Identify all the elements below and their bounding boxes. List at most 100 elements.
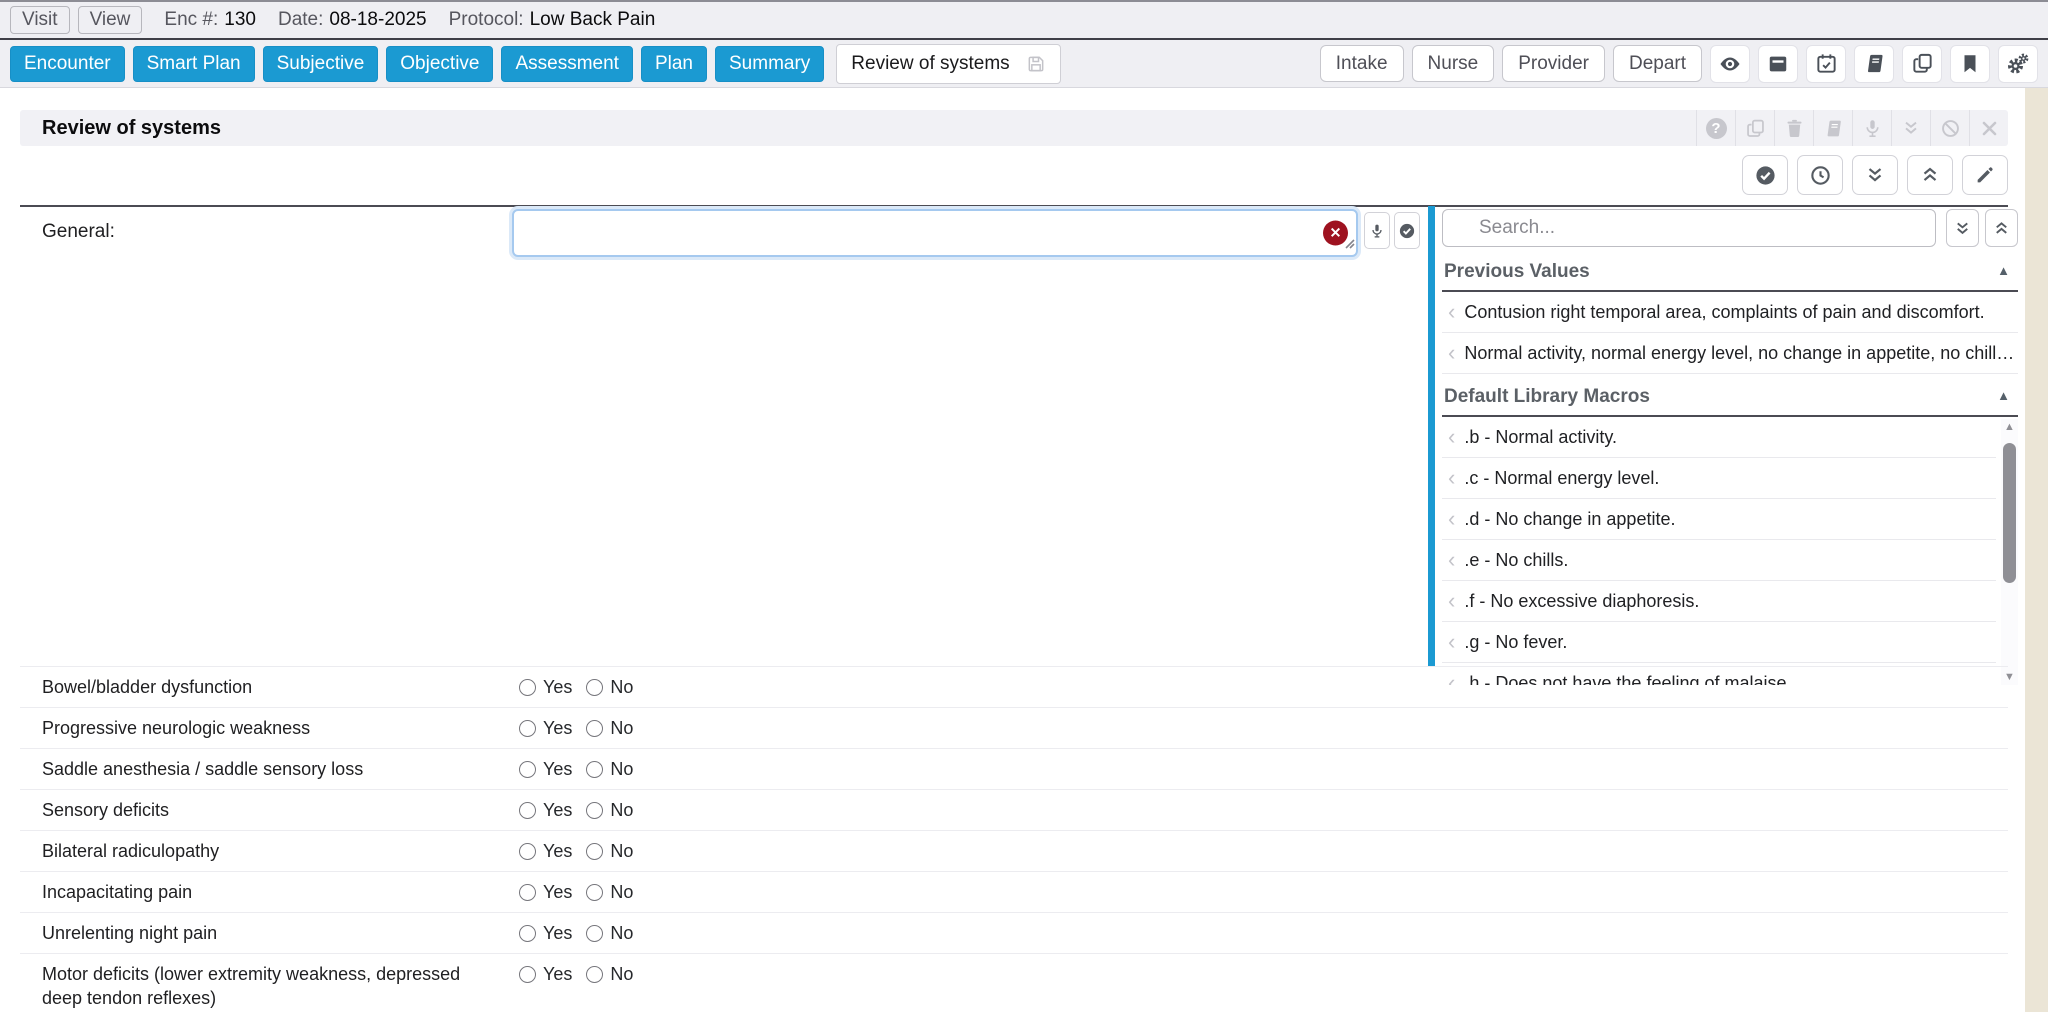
double-chevron-down-icon[interactable] <box>1891 110 1930 146</box>
bookmark-icon[interactable] <box>1950 45 1990 83</box>
no-radio[interactable]: No <box>586 800 633 821</box>
yes-radio[interactable]: Yes <box>519 759 572 780</box>
intake-button[interactable]: Intake <box>1320 45 1404 82</box>
radio-circle[interactable] <box>586 843 603 860</box>
radio-circle[interactable] <box>519 802 536 819</box>
radio-circle[interactable] <box>519 679 536 696</box>
yes-radio[interactable]: Yes <box>519 882 572 903</box>
nav-objective-button[interactable]: Objective <box>386 46 493 82</box>
no-radio[interactable]: No <box>586 759 633 780</box>
provider-button[interactable]: Provider <box>1502 45 1605 82</box>
default-library-macros-title: Default Library Macros <box>1444 386 1650 407</box>
search-input[interactable] <box>1442 209 1936 247</box>
macro-item[interactable]: ‹ .b - Normal activity. <box>1442 417 1996 458</box>
no-radio[interactable]: No <box>586 677 633 698</box>
yes-radio[interactable]: Yes <box>519 964 572 985</box>
yes-radio[interactable]: Yes <box>519 718 572 739</box>
question-label: Bilateral radiculopathy <box>42 839 499 863</box>
scrollbar-thumb[interactable] <box>2003 443 2016 583</box>
question-label: Saddle anesthesia / saddle sensory loss <box>42 757 499 781</box>
radio-circle[interactable] <box>519 925 536 942</box>
question-row: Incapacitating pain Yes No <box>20 871 2008 912</box>
view-button[interactable]: View <box>78 6 143 34</box>
protocol-label: Protocol: <box>449 9 524 31</box>
check-circle-icon[interactable] <box>1742 155 1788 195</box>
nav-plan-button[interactable]: Plan <box>641 46 707 82</box>
help-icon[interactable]: ? <box>1696 110 1735 146</box>
macro-item[interactable]: ‹ .f - No excessive diaphoresis. <box>1442 581 1996 622</box>
macro-item[interactable]: ‹ .g - No fever. <box>1442 622 1996 663</box>
panel-header-icons: ? <box>1696 110 2008 146</box>
radio-circle[interactable] <box>519 761 536 778</box>
radio-circle[interactable] <box>519 884 536 901</box>
no-radio[interactable]: No <box>586 882 633 903</box>
copy-icon[interactable] <box>1902 45 1942 83</box>
visit-button[interactable]: Visit <box>10 6 70 34</box>
insert-chevron-icon: ‹ <box>1448 631 1455 653</box>
collapse-triangle-icon[interactable]: ▲ <box>1997 263 2010 278</box>
previous-value-item[interactable]: ‹ Normal activity, normal energy level, … <box>1442 333 2018 374</box>
macro-item[interactable]: ‹ .e - No chills. <box>1442 540 1996 581</box>
close-icon[interactable] <box>1969 110 2008 146</box>
radio-circle[interactable] <box>586 679 603 696</box>
tab-label: Review of systems <box>851 53 1009 75</box>
double-chevron-down-icon[interactable] <box>1852 155 1898 195</box>
radio-circle[interactable] <box>586 761 603 778</box>
yes-radio[interactable]: Yes <box>519 800 572 821</box>
macro-item[interactable]: ‹ .c - Normal energy level. <box>1442 458 1996 499</box>
previous-value-item[interactable]: ‹ Contusion right temporal area, complai… <box>1442 292 2018 333</box>
yes-radio[interactable]: Yes <box>519 841 572 862</box>
resize-grip-icon[interactable] <box>1343 236 1355 254</box>
collapse-triangle-icon[interactable]: ▲ <box>1997 388 2010 403</box>
radio-circle[interactable] <box>519 720 536 737</box>
trash-icon[interactable] <box>1774 110 1813 146</box>
nav-smart-plan-button[interactable]: Smart Plan <box>133 46 255 82</box>
nurse-button[interactable]: Nurse <box>1412 45 1495 82</box>
protocol-value: Low Back Pain <box>530 9 656 31</box>
nav-summary-button[interactable]: Summary <box>715 46 824 82</box>
nav-subjective-button[interactable]: Subjective <box>263 46 379 82</box>
dictate-microphone-icon[interactable] <box>1364 212 1390 249</box>
pencil-icon[interactable] <box>1962 155 2008 195</box>
radio-circle[interactable] <box>586 966 603 983</box>
eye-icon[interactable] <box>1710 45 1750 83</box>
collapse-all-double-chevron-up-icon[interactable] <box>1985 209 2018 247</box>
book-icon[interactable] <box>1813 110 1852 146</box>
clock-icon[interactable] <box>1797 155 1843 195</box>
scroll-up-arrow-icon[interactable]: ▲ <box>2001 421 2018 433</box>
radio-circle[interactable] <box>519 843 536 860</box>
radio-circle[interactable] <box>586 802 603 819</box>
ban-icon[interactable] <box>1930 110 1969 146</box>
settings-gears-icon[interactable] <box>1998 45 2038 83</box>
radio-circle[interactable] <box>586 720 603 737</box>
nav-assessment-button[interactable]: Assessment <box>501 46 632 82</box>
confirm-check-icon[interactable] <box>1394 212 1420 249</box>
general-input[interactable] <box>512 209 1358 257</box>
book-icon[interactable] <box>1854 45 1894 83</box>
toolbar-right-cluster: Intake Nurse Provider Depart <box>1320 45 2038 83</box>
microphone-icon[interactable] <box>1852 110 1891 146</box>
previous-values-header[interactable]: Previous Values ▲ <box>1442 261 2018 292</box>
tab-review-of-systems[interactable]: Review of systems <box>836 44 1060 84</box>
radio-circle[interactable] <box>586 925 603 942</box>
depart-button[interactable]: Depart <box>1613 45 1702 82</box>
no-radio[interactable]: No <box>586 964 633 985</box>
nav-encounter-button[interactable]: Encounter <box>10 46 125 82</box>
yes-radio[interactable]: Yes <box>519 923 572 944</box>
no-radio[interactable]: No <box>586 718 633 739</box>
archive-icon[interactable] <box>1758 45 1798 83</box>
radio-circle[interactable] <box>519 966 536 983</box>
save-icon[interactable] <box>1026 54 1046 74</box>
macro-list-scrollbar[interactable]: ▲ ▼ <box>2001 419 2018 685</box>
double-chevron-up-icon[interactable] <box>1907 155 1953 195</box>
calendar-check-icon[interactable] <box>1806 45 1846 83</box>
default-library-macros-header[interactable]: Default Library Macros ▲ <box>1442 386 2018 417</box>
radio-circle[interactable] <box>586 884 603 901</box>
yes-radio[interactable]: Yes <box>519 677 572 698</box>
no-radio[interactable]: No <box>586 923 633 944</box>
macro-item[interactable]: ‹ .d - No change in appetite. <box>1442 499 1996 540</box>
expand-all-double-chevron-down-icon[interactable] <box>1946 209 1979 247</box>
copy-icon[interactable] <box>1735 110 1774 146</box>
no-radio[interactable]: No <box>586 841 633 862</box>
question-row: Unrelenting night pain Yes No <box>20 912 2008 953</box>
